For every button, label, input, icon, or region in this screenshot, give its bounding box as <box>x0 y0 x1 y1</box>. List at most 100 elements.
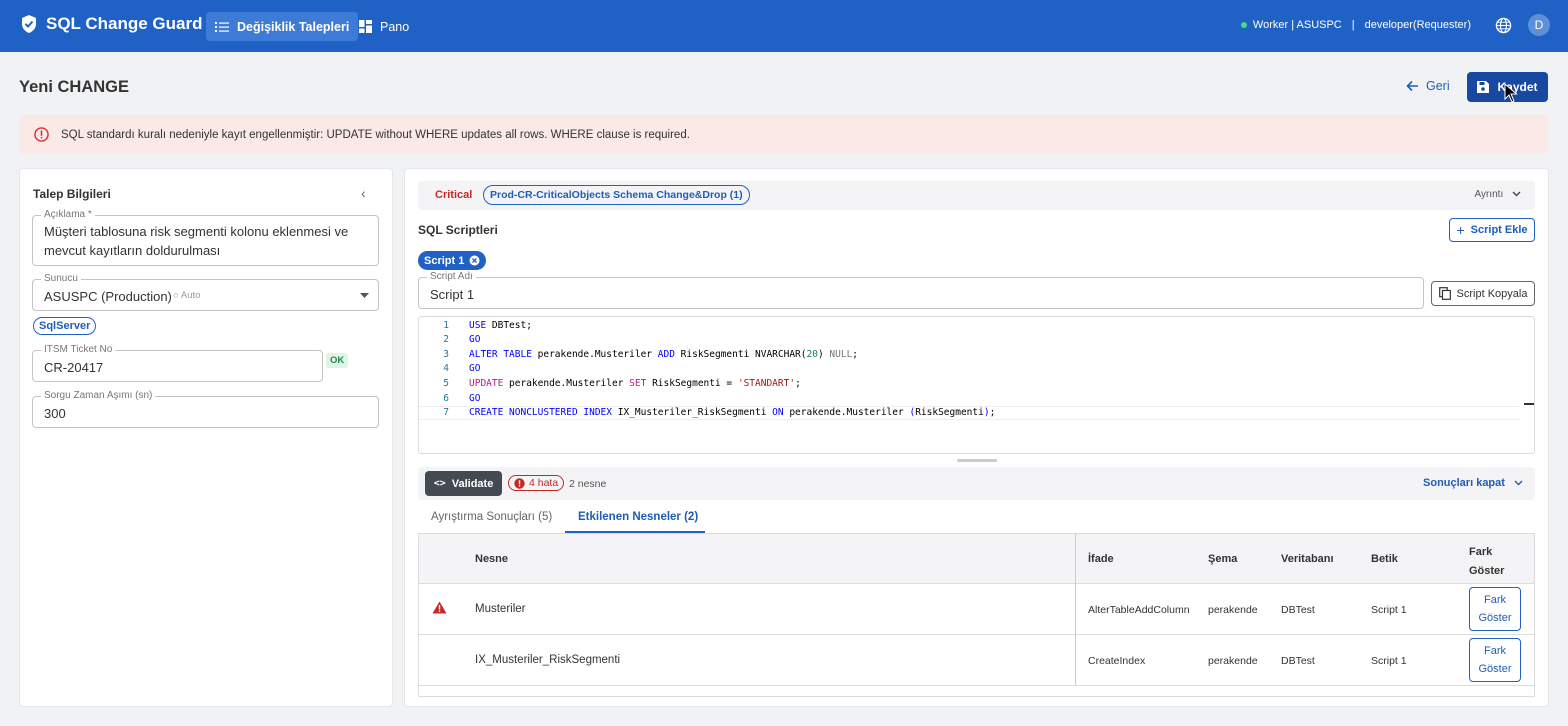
worker-online-indicator <box>1240 22 1247 28</box>
panel-title: Talep Bilgileri <box>33 187 111 201</box>
code-token: RiskSegmenti = <box>646 377 738 389</box>
shield-check-icon <box>22 15 36 33</box>
timeout-value: 300 <box>44 406 66 421</box>
plus-icon: + <box>1456 222 1465 238</box>
avatar[interactable]: D <box>1528 14 1550 36</box>
script-name-field[interactable]: Script Adı Script 1 <box>418 271 1424 309</box>
server-select[interactable]: Sunucu ASUSPC (Production) ○ Auto <box>32 273 379 311</box>
column-divider <box>1075 534 1076 686</box>
code-line: 4 GO <box>419 362 1519 376</box>
warning-icon <box>432 601 447 614</box>
policy-bar[interactable]: Critical Prod-CR-CriticalObjects Schema … <box>418 181 1535 210</box>
line-number: 4 <box>443 363 449 375</box>
code-token: ; <box>795 377 801 389</box>
code-text: UPDATE perakende.Musteriler SET RiskSegm… <box>469 378 801 389</box>
code-token: perakende.Musteriler <box>503 377 630 389</box>
resize-handle[interactable] <box>957 459 997 462</box>
policy-rule-chip[interactable]: Prod-CR-CriticalObjects Schema Change&Dr… <box>483 185 750 205</box>
sql-code-editor[interactable]: 1 USE DBTest; 2 GO 3 ALTER TABLE perakende.Mu… <box>418 316 1535 454</box>
validate-button[interactable]: <> Validate <box>425 471 502 496</box>
copy-icon <box>1438 287 1451 300</box>
line-number: 2 <box>443 334 449 346</box>
code-text: CREATE NONCLUSTERED INDEX IX_Musteriler_… <box>469 407 995 418</box>
code-token: IX_Musteriler_RiskSegmenti <box>612 407 773 419</box>
separator: | <box>1351 19 1355 31</box>
code-text: GO <box>469 334 480 345</box>
table-header: Nesne İfade Şema Veritabanı Betik Fark G… <box>419 534 1534 584</box>
code-token: ADD <box>657 348 675 360</box>
object-count: 2 nesne <box>569 478 607 490</box>
code-token: GO <box>469 334 481 346</box>
col-statement: İfade <box>1088 553 1114 565</box>
arrow-left-icon <box>1406 80 1418 92</box>
copy-script-button[interactable]: Script Kopyala <box>1431 281 1535 306</box>
scripts-section-title: SQL Scriptleri <box>418 223 498 237</box>
affected-objects-table: Nesne İfade Şema Veritabanı Betik Fark G… <box>418 533 1535 697</box>
schema-name: perakende <box>1208 604 1258 616</box>
itsm-value: CR-20417 <box>44 360 104 375</box>
code-token: USE <box>469 319 487 331</box>
line-number: 6 <box>443 392 449 404</box>
code-token: ON <box>772 407 784 419</box>
script-ref: Script 1 <box>1371 604 1407 616</box>
field-label: Script Adı <box>427 271 476 282</box>
back-button[interactable]: Geri <box>1406 79 1450 93</box>
show-diff-button[interactable]: Fark Göster <box>1469 638 1521 682</box>
code-token: DBTest; <box>486 319 532 331</box>
add-script-label: Script Ekle <box>1470 224 1528 236</box>
itsm-status-badge: OK <box>326 353 349 368</box>
code-token: 'STANDART' <box>737 377 796 389</box>
server-value: ASUSPC (Production) <box>44 289 172 304</box>
code-token: perakende.Musteriler <box>783 407 910 419</box>
add-script-button[interactable]: + Script Ekle <box>1449 218 1535 242</box>
code-token: ALTER TABLE <box>469 348 532 360</box>
page-title: Yeni CHANGE <box>19 78 130 96</box>
timeout-field[interactable]: Sorgu Zaman Aşımı (sn) 300 <box>32 390 379 428</box>
table-row: Musteriler AlterTableAddColumn perakende… <box>419 584 1534 635</box>
app-brand[interactable]: SQL Change Guard <box>20 14 203 34</box>
field-label: Açıklama * <box>41 209 95 220</box>
collapse-chevron-icon[interactable]: ‹ <box>361 185 366 201</box>
code-text: ALTER TABLE perakende.Musteriler ADD Ris… <box>469 349 858 360</box>
user-role: developer(Requester) <box>1364 19 1471 31</box>
code-brackets-icon: <> <box>433 478 446 489</box>
code-line: 6 GO <box>419 391 1519 405</box>
code-token: CREATE NONCLUSTERED INDEX <box>469 407 612 419</box>
close-results-button[interactable]: Sonuçları kapat <box>1423 477 1523 489</box>
close-results-label: Sonuçları kapat <box>1423 477 1505 489</box>
itsm-ticket-field[interactable]: ITSM Ticket No CR-20417 <box>32 344 323 382</box>
validate-label: Validate <box>451 477 494 490</box>
show-diff-button[interactable]: Fark Göster <box>1469 587 1521 631</box>
globe-icon[interactable] <box>1495 17 1512 34</box>
db-type-chip: SqlServer <box>33 317 97 335</box>
description-line: mevcut kayıtların doldurulması <box>44 243 221 258</box>
chevron-down-icon <box>1512 191 1521 197</box>
nav-label: Pano <box>380 19 410 34</box>
code-text: GO <box>469 393 480 404</box>
server-auto-hint: ○ Auto <box>173 290 201 301</box>
floppy-disk-icon <box>1477 81 1490 93</box>
code-token: 20 <box>806 348 818 360</box>
description-field[interactable]: Açıklama * Müşteri tablosuna risk segmen… <box>32 209 379 266</box>
detail-toggle[interactable]: Ayrıntı <box>1475 189 1522 200</box>
chevron-down-icon <box>360 293 369 298</box>
list-icon <box>215 21 229 32</box>
auto-hint-text: Auto <box>180 290 201 301</box>
error-circle-icon <box>34 127 49 142</box>
validation-bar: <> Validate 4 hata 2 nesne Sonuçları kap… <box>418 467 1535 500</box>
statement-type: AlterTableAddColumn <box>1088 604 1190 616</box>
close-circle-icon[interactable] <box>469 255 480 266</box>
nav-dashboard[interactable]: Pano <box>350 12 418 41</box>
database-name: DBTest <box>1281 655 1315 667</box>
editor-scroll-marker <box>1524 403 1534 405</box>
col-schema: Şema <box>1208 553 1238 565</box>
back-label: Geri <box>1426 79 1450 93</box>
nav-change-requests[interactable]: Değişiklik Talepleri <box>206 12 359 41</box>
app-name: SQL Change Guard <box>46 14 203 33</box>
code-line: 2 GO <box>419 333 1519 347</box>
tab-parse-results[interactable]: Ayrıştırma Sonuçları (5) <box>431 511 552 523</box>
avatar-initial: D <box>1534 18 1544 32</box>
mouse-cursor-icon <box>1504 83 1518 103</box>
tab-affected-objects[interactable]: Etkilenen Nesneler (2) <box>578 511 698 523</box>
script-tab[interactable]: Script 1 <box>418 251 487 270</box>
